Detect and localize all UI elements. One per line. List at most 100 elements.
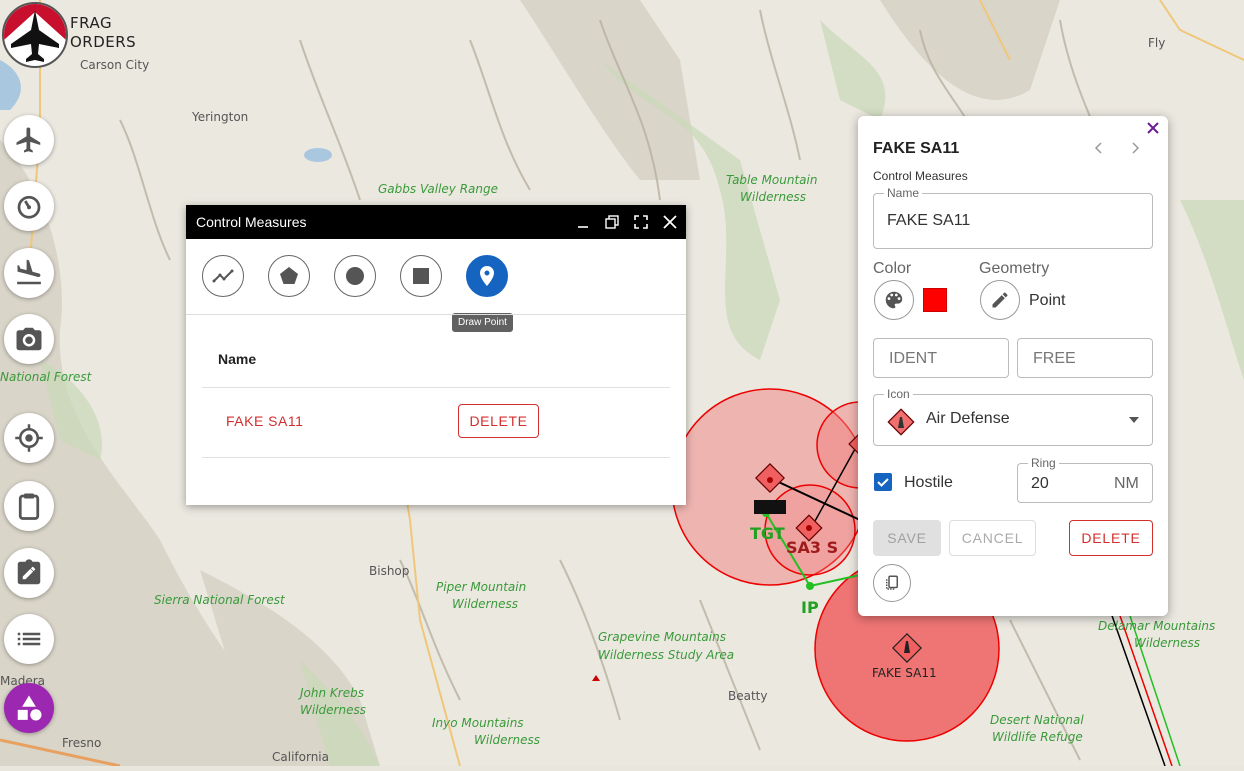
geometry-value: Point: [1029, 292, 1066, 309]
name-field-label: Name: [884, 186, 923, 200]
geometry-label: Geometry: [979, 260, 1050, 277]
hostile-checkbox[interactable]: [874, 473, 892, 491]
map-pin-icon: [480, 266, 494, 286]
crosshair-icon: [15, 424, 43, 452]
logo-text: Frag Orders: [70, 14, 136, 52]
divider: [202, 387, 670, 388]
divider: [202, 457, 670, 458]
shapes-button[interactable]: [4, 683, 54, 733]
map-label: Table Mountain: [726, 173, 818, 187]
map-label: Wildlife Refuge: [992, 730, 1083, 744]
map-label: Fresno: [62, 736, 102, 750]
map-label: Fly: [1148, 36, 1166, 50]
threat-label[interactable]: SA3 S: [786, 538, 838, 557]
waypoint-label[interactable]: TGT: [750, 524, 785, 543]
clipboard-button[interactable]: [4, 481, 54, 531]
ring-field-label: Ring: [1028, 456, 1059, 470]
cancel-button[interactable]: CANCEL: [949, 520, 1036, 556]
panel-title: FAKE SA11: [873, 140, 960, 157]
name-field-value[interactable]: FAKE SA11: [887, 212, 970, 230]
polyline-icon: [212, 269, 234, 283]
map-label: Inyo Mountains: [432, 716, 524, 730]
map-label: Sierra National Forest: [154, 593, 285, 607]
color-swatch[interactable]: [923, 288, 947, 312]
fullscreen-icon: [633, 215, 648, 229]
list-icon: [17, 632, 41, 646]
name-field[interactable]: Name FAKE SA11: [873, 186, 1153, 249]
airplane-icon: [16, 127, 41, 153]
edit-geometry-button[interactable]: [980, 280, 1020, 320]
fullscreen-button[interactable]: [626, 205, 655, 239]
chevron-left-icon[interactable]: [1092, 140, 1106, 156]
ring-field[interactable]: Ring 20 NM: [1017, 456, 1153, 503]
gauge-button[interactable]: [4, 181, 54, 231]
ident-field[interactable]: [873, 338, 1009, 378]
color-picker-button[interactable]: [874, 280, 914, 320]
delete-button[interactable]: DELETE: [1069, 520, 1153, 556]
copy-icon: [886, 575, 898, 590]
edit-clipboard-icon: [17, 559, 41, 585]
ring-unit: NM: [1114, 475, 1139, 492]
map-label: Wilderness: [474, 733, 540, 747]
flight-land-icon: [17, 259, 41, 285]
color-label: Color: [873, 260, 912, 277]
icon-select-label: Icon: [884, 387, 913, 401]
draw-rectangle-button[interactable]: [400, 255, 442, 297]
threat-label[interactable]: FAKE SA11: [872, 666, 937, 680]
draw-circle-button[interactable]: [334, 255, 376, 297]
map-label: Desert National: [990, 713, 1084, 727]
minimize-icon: [577, 226, 588, 228]
map-label: Gabbs Valley Range: [378, 182, 499, 196]
camera-icon: [16, 327, 42, 351]
row-delete-button[interactable]: DELETE: [458, 404, 539, 438]
ident-input[interactable]: [887, 349, 1001, 369]
draw-point-button[interactable]: [466, 255, 508, 297]
copy-button[interactable]: [873, 564, 911, 602]
restore-icon: [604, 215, 619, 229]
save-button[interactable]: SAVE: [873, 520, 941, 556]
divider: [186, 314, 686, 315]
map-label: Wilderness Study Area: [598, 648, 735, 662]
app-logo[interactable]: Frag Orders: [0, 0, 140, 68]
map-label: Wilderness: [300, 703, 366, 717]
column-header-name: Name: [218, 351, 257, 367]
close-window-button[interactable]: [655, 205, 684, 239]
map-label: California: [272, 750, 329, 764]
panel-subtitle: Control Measures: [873, 169, 968, 183]
minimize-button[interactable]: [568, 205, 597, 239]
draw-line-button[interactable]: [202, 255, 244, 297]
circle-icon: [346, 267, 364, 285]
chevron-right-icon[interactable]: [1128, 140, 1142, 156]
dropdown-arrow-icon: [1129, 417, 1139, 423]
window-titlebar[interactable]: Control Measures: [186, 205, 686, 239]
map-label: Grapevine Mountains: [598, 630, 726, 644]
restore-button[interactable]: [597, 205, 626, 239]
aircraft-button[interactable]: [4, 115, 54, 165]
gauge-icon: [17, 195, 41, 219]
clipboard-icon: [18, 493, 40, 520]
icon-select[interactable]: Icon Air Defense: [873, 387, 1153, 446]
waypoint-label[interactable]: IP: [801, 598, 819, 617]
camera-button[interactable]: [4, 314, 54, 364]
ring-value[interactable]: 20: [1031, 475, 1049, 493]
window-title: Control Measures: [196, 214, 307, 230]
draw-polygon-button[interactable]: [268, 255, 310, 297]
pencil-icon: [992, 292, 1008, 308]
free-input[interactable]: [1031, 349, 1145, 369]
detail-panel: FAKE SA11 Control Measures Name FAKE SA1…: [858, 116, 1168, 616]
edit-clipboard-button[interactable]: [4, 548, 54, 598]
close-icon[interactable]: [1145, 120, 1161, 136]
target-button[interactable]: [4, 413, 54, 463]
free-field[interactable]: [1017, 338, 1153, 378]
landing-button[interactable]: [4, 248, 54, 298]
shapes-icon: [17, 695, 42, 721]
list-button[interactable]: [4, 614, 54, 664]
square-icon: [413, 268, 429, 284]
air-defense-icon: [887, 408, 915, 436]
row-name[interactable]: FAKE SA11: [226, 413, 303, 429]
logo-text-line2: Orders: [70, 33, 137, 51]
map-label: Wilderness: [740, 190, 806, 204]
close-icon: [662, 215, 677, 229]
map-label: Delamar Mountains: [1098, 619, 1216, 633]
pentagon-icon: [280, 267, 298, 284]
